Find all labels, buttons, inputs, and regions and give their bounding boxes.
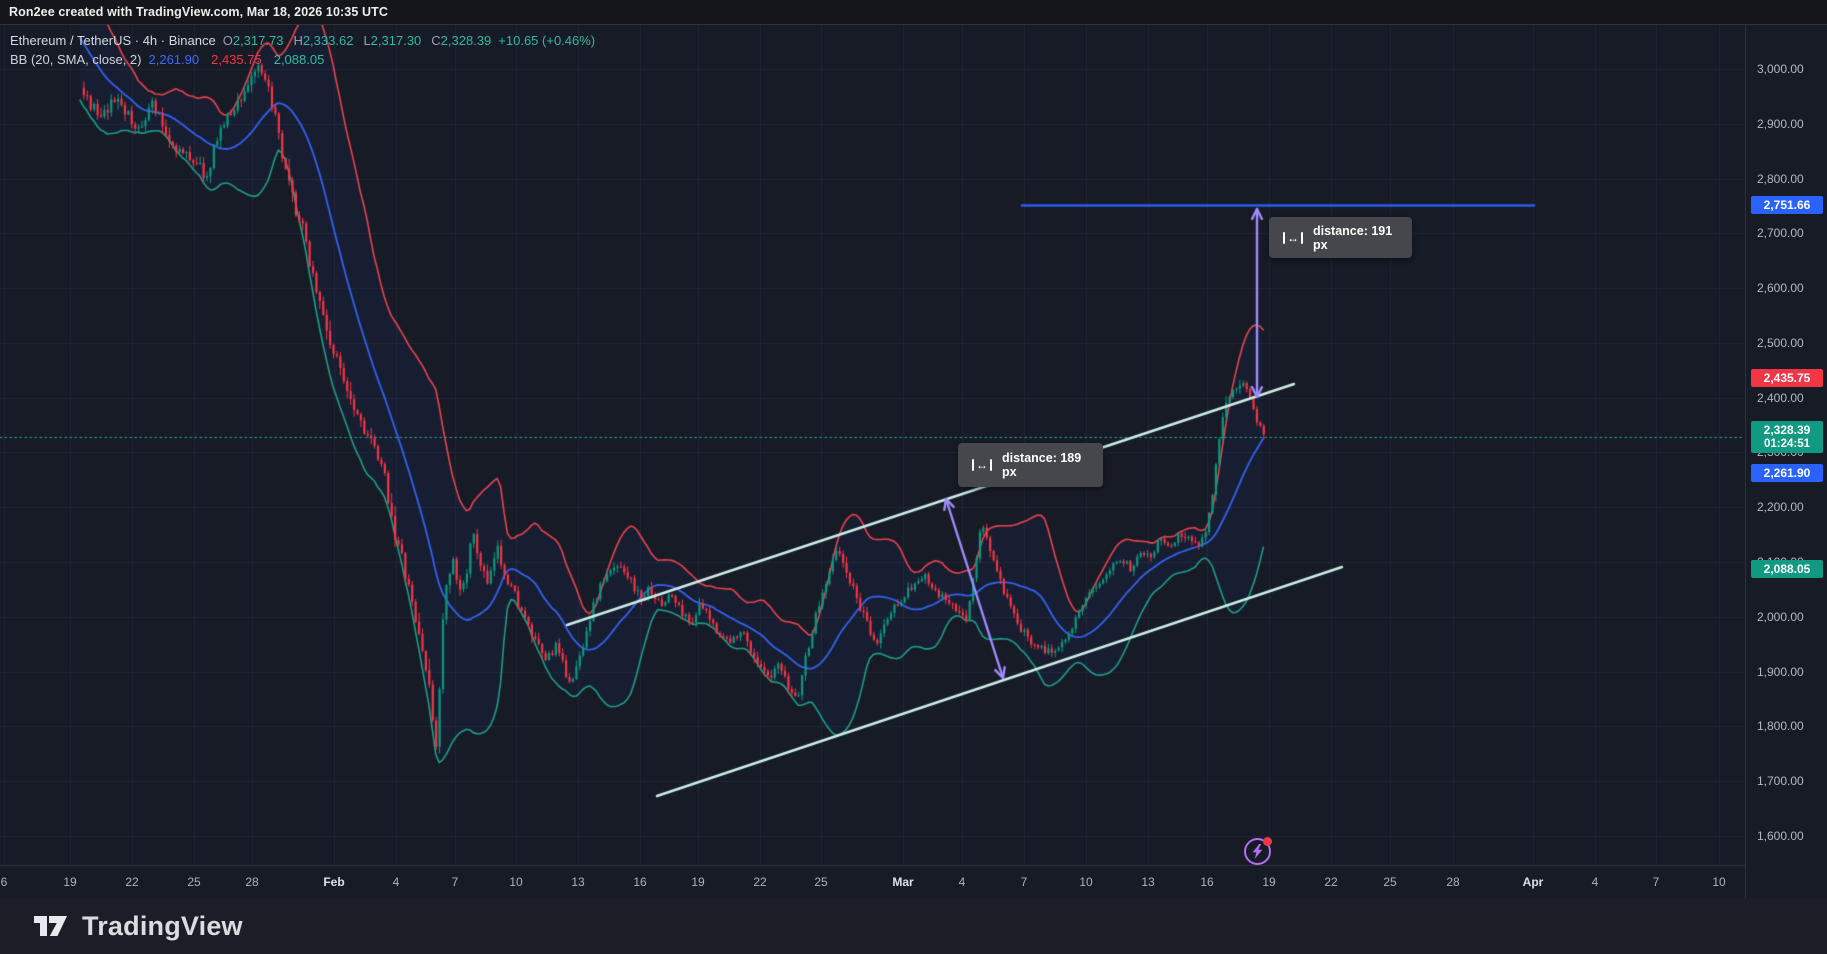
time-label: 7 <box>452 875 459 889</box>
price-badge-bb-lower: 2,088.05 <box>1751 560 1823 578</box>
time-axis[interactable]: 6 19 22 25 28 Feb 4 7 10 13 16 19 22 25 Mar 4 7 10 13 16 19 2… <box>0 865 1745 898</box>
price-label: 2,000.00 <box>1757 610 1804 624</box>
price-label: 1,700.00 <box>1757 774 1804 788</box>
tradingview-snapshot: Ron2ee created with TradingView.com, Mar… <box>0 0 1827 954</box>
time-label: 4 <box>959 875 966 889</box>
ohlc-values: O2,317.73 H2,333.62 L2,317.30 C2,328.39 <box>223 33 492 48</box>
price-label: 2,500.00 <box>1757 336 1804 350</box>
price-label: 1,600.00 <box>1757 829 1804 843</box>
measure-icon: ↔ <box>972 458 992 472</box>
bb-value-2: 2,088.05 <box>274 52 325 67</box>
lightning-events-icon[interactable] <box>1244 838 1271 865</box>
time-label: 28 <box>1446 875 1459 889</box>
time-label: 4 <box>1592 875 1599 889</box>
price-label: 2,400.00 <box>1757 391 1804 405</box>
time-label: 10 <box>1079 875 1092 889</box>
attribution-bar: Ron2ee created with TradingView.com, Mar… <box>0 0 1827 25</box>
ohlc-c: C2,328.39 <box>431 33 491 48</box>
price-axis[interactable]: 3,000.00 2,900.00 2,800.00 2,700.00 2,600.00… <box>1745 25 1827 898</box>
time-label: 6 <box>1 875 8 889</box>
time-label-month: Apr <box>1523 875 1544 889</box>
price-label: 1,800.00 <box>1757 719 1804 733</box>
measure-distance-text: distance: 189 px <box>1002 451 1089 479</box>
time-label: 22 <box>753 875 766 889</box>
measure-distance-text: distance: 191 px <box>1313 224 1398 252</box>
price-label: 2,900.00 <box>1757 117 1804 131</box>
tradingview-brand-text: TradingView <box>82 911 243 942</box>
symbol-legend-row[interactable]: Ethereum / TetherUS · 4h · Binance O2,31… <box>10 31 595 50</box>
measure-tooltip-1: ↔ distance: 189 px <box>958 443 1103 487</box>
price-label: 3,000.00 <box>1757 62 1804 76</box>
time-label: 16 <box>1200 875 1213 889</box>
footer-bar: TradingView <box>0 898 1827 954</box>
time-label: 25 <box>187 875 200 889</box>
time-label: 10 <box>1712 875 1725 889</box>
price-label: 2,600.00 <box>1757 281 1804 295</box>
time-label: 19 <box>691 875 704 889</box>
countdown-timer: 01:24:51 <box>1751 437 1823 451</box>
time-label: 16 <box>633 875 646 889</box>
attribution-text: Ron2ee created with TradingView.com, Mar… <box>9 5 388 19</box>
chart-legend: Ethereum / TetherUS · 4h · Binance O2,31… <box>10 31 595 69</box>
time-label: 10 <box>509 875 522 889</box>
time-label: 19 <box>1262 875 1275 889</box>
measure-tooltip-0: ↔ distance: 191 px <box>1269 217 1412 258</box>
bb-value-0: 2,261.90 <box>149 52 200 67</box>
indicator-legend-row[interactable]: BB (20, SMA, close, 2) 2,261.902,435.752… <box>10 50 595 69</box>
price-label: 1,900.00 <box>1757 665 1804 679</box>
price-badge-ray-price: 2,751.66 <box>1751 196 1823 214</box>
bb-value-1: 2,435.75 <box>211 52 262 67</box>
symbol-title[interactable]: Ethereum / TetherUS · 4h · Binance <box>10 33 216 48</box>
tradingview-logo-icon <box>34 915 68 937</box>
time-label: 19 <box>63 875 76 889</box>
tradingview-logo[interactable]: TradingView <box>34 911 243 942</box>
chart-canvas[interactable] <box>0 0 1827 954</box>
ohlc-h: H2,333.62 <box>293 33 353 48</box>
time-label: 13 <box>571 875 584 889</box>
time-label: 25 <box>1383 875 1396 889</box>
indicator-values: 2,261.90 2,435.75 2,088.05 <box>149 52 325 67</box>
time-label-month: Mar <box>892 875 913 889</box>
price-label: 2,800.00 <box>1757 172 1804 186</box>
notification-dot <box>1263 837 1272 846</box>
price-badge-last-price: 2,328.3901:24:51 <box>1751 421 1823 453</box>
price-change: +10.65 (+0.46%) <box>498 33 595 48</box>
ohlc-l: L2,317.30 <box>363 33 421 48</box>
time-label: 13 <box>1141 875 1154 889</box>
price-label: 2,200.00 <box>1757 500 1804 514</box>
time-label: 22 <box>1324 875 1337 889</box>
indicator-name[interactable]: BB (20, SMA, close, 2) <box>10 52 142 67</box>
time-label: 25 <box>814 875 827 889</box>
price-badge-bb-upper: 2,435.75 <box>1751 369 1823 387</box>
time-label: 4 <box>393 875 400 889</box>
time-label: 28 <box>245 875 258 889</box>
time-label-month: Feb <box>323 875 344 889</box>
time-label: 22 <box>125 875 138 889</box>
measure-icon: ↔ <box>1283 231 1303 245</box>
ohlc-o: O2,317.73 <box>223 33 284 48</box>
price-badge-bb-middle: 2,261.90 <box>1751 464 1823 482</box>
price-label: 2,700.00 <box>1757 226 1804 240</box>
time-label: 7 <box>1021 875 1028 889</box>
time-label: 7 <box>1653 875 1660 889</box>
